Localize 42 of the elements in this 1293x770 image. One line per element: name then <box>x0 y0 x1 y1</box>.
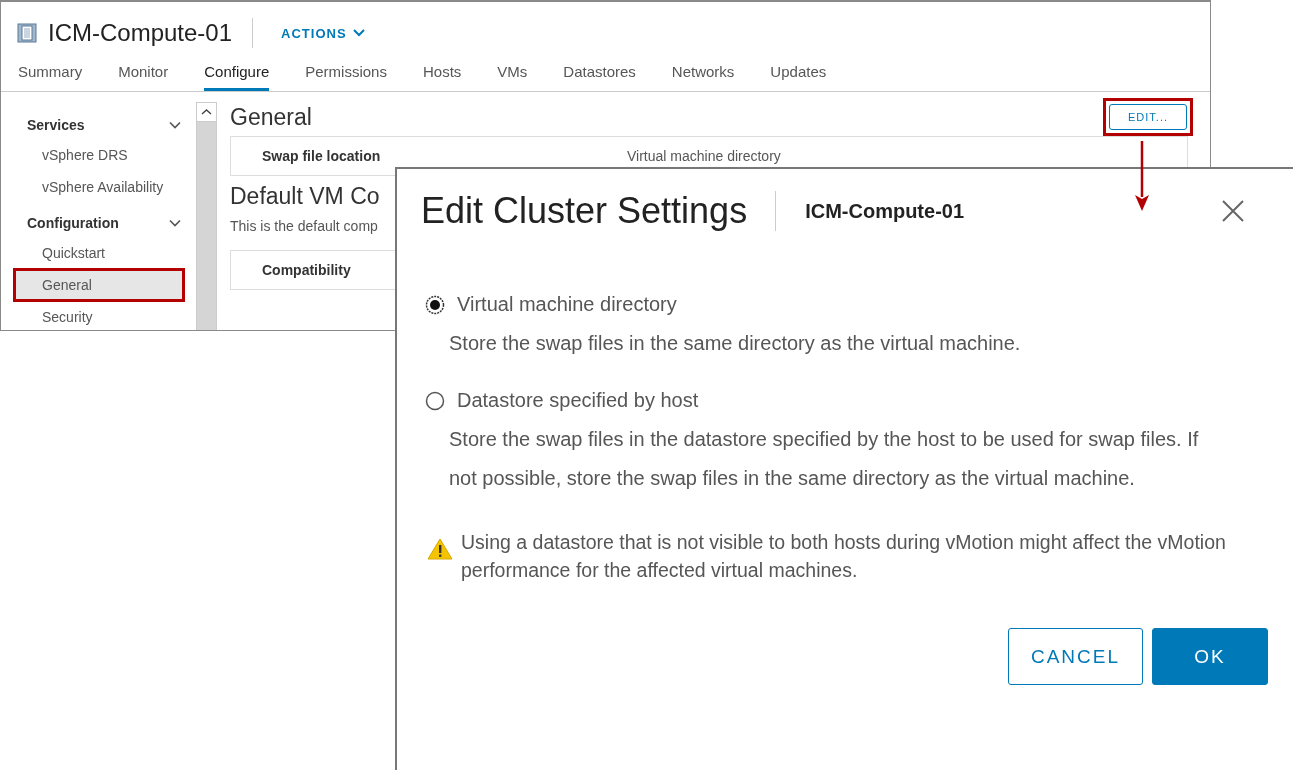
sidebar-group-label: Configuration <box>27 215 119 231</box>
sidebar-group-label: Services <box>27 117 85 133</box>
tab[interactable]: Datastores <box>563 56 636 91</box>
setting-value: Virtual machine directory <box>627 148 781 164</box>
section-description: This is the default comp <box>230 218 378 234</box>
tab[interactable]: Updates <box>770 56 827 91</box>
sidebar-item[interactable]: General <box>13 268 185 302</box>
setting-label: Compatibility <box>262 262 351 278</box>
sidebar-item[interactable]: Security <box>13 300 185 330</box>
tab[interactable]: VMs <box>497 56 528 91</box>
window-title: ICM-Compute-01 <box>48 18 254 48</box>
setting-label: Swap file location <box>262 148 381 164</box>
warning-message: Using a datastore that is not visible to both hosts during vMotion might affect the vMotion performance for the affected virtual machines. <box>461 530 1227 583</box>
tab[interactable]: Configure <box>204 56 270 91</box>
dialog-title: Edit Cluster Settings <box>421 191 777 231</box>
scrollbar[interactable] <box>196 102 217 330</box>
tab[interactable]: Permissions <box>305 56 387 91</box>
tab[interactable]: Monitor <box>118 56 169 91</box>
radio-label: Virtual machine directory <box>457 293 677 316</box>
radio-button[interactable] <box>425 390 445 411</box>
option-description: Store the swap files in the datastore specified by the host to be used for swap files. If not possible, store the swap files in the same directory as the virtual machine. <box>449 427 1200 491</box>
cancel-button[interactable]: CANCEL <box>1007 628 1143 685</box>
chevron-icon <box>352 28 365 38</box>
radio-label: Datastore specified by host <box>457 389 699 412</box>
cluster-icon <box>16 22 38 44</box>
tab[interactable]: Hosts <box>422 56 462 91</box>
dialog-subtitle: ICM-Compute-01 <box>805 199 965 223</box>
tab[interactable]: Summary <box>18 56 83 91</box>
close-icon[interactable] <box>1221 199 1245 223</box>
option-description: Store the swap files in the same directory as the virtual machine. <box>449 331 1022 356</box>
sidebar-item[interactable]: vSphere DRS <box>13 138 185 172</box>
tab[interactable]: Networks <box>671 56 735 91</box>
edit-button[interactable]: EDIT... <box>1109 104 1187 130</box>
warning-icon <box>427 538 453 560</box>
sidebar-item[interactable]: Quickstart <box>13 236 185 270</box>
section-heading: Default VM Co <box>230 183 380 210</box>
section-heading: General <box>230 103 312 131</box>
actions-menu[interactable]: ACTIONS <box>281 25 365 41</box>
sidebar-item[interactable]: vSphere Availability <box>13 170 185 204</box>
radio-button[interactable] <box>425 294 445 315</box>
ok-button[interactable]: OK <box>1152 628 1268 685</box>
scroll-up-icon[interactable] <box>197 103 216 122</box>
